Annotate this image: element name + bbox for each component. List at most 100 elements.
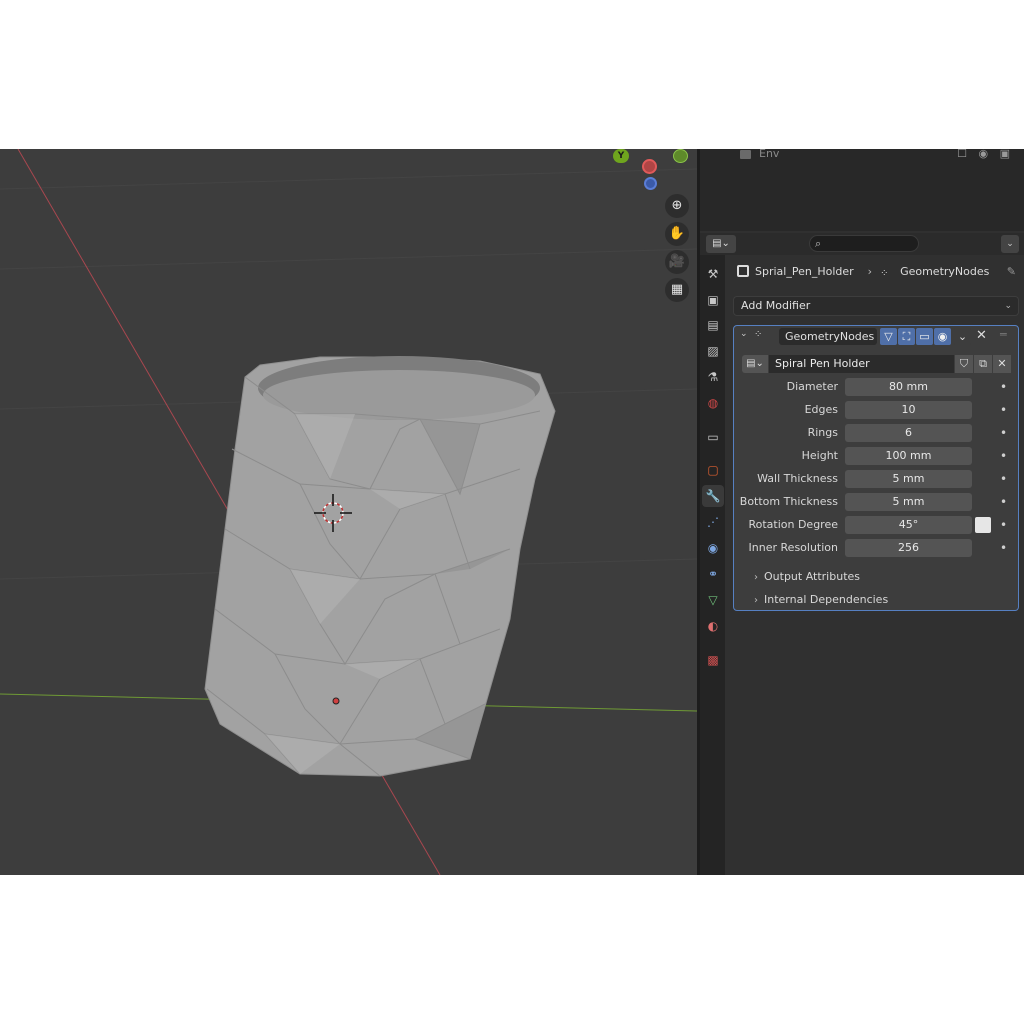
drag-handle-icon[interactable]: ═ [1000, 328, 1007, 341]
modifier-header: ⌄ ⁘ GeometryNodes ▽ ⛶ ▭ ◉ ⌄ ✕ ═ [734, 326, 1018, 348]
param-label: Diameter [786, 380, 838, 393]
param-rings: Rings 6 • [734, 424, 1018, 442]
internal-dependencies-subpanel[interactable]: › Internal Dependencies [754, 591, 888, 609]
tool-tab-icon[interactable]: ⚒ [702, 263, 724, 285]
chevron-right-icon: › [754, 595, 758, 606]
keyframe-dot-icon[interactable]: • [1000, 539, 1007, 557]
data-tab-icon[interactable]: ▽ [702, 589, 724, 611]
object-origin [332, 697, 340, 705]
keyframe-dot-icon[interactable]: • [1000, 470, 1007, 488]
param-value-field[interactable]: 6 [845, 424, 972, 442]
node-group-browse-button[interactable]: ▤⌄ [742, 355, 768, 373]
add-modifier-label: Add Modifier [741, 299, 811, 312]
chevron-right-icon: › [754, 572, 758, 583]
outliner-item-env[interactable]: Env [759, 149, 779, 160]
param-diameter: Diameter 80 mm • [734, 378, 1018, 396]
geometry-nodes-icon: ⁘ [754, 329, 763, 340]
texture-tab-icon[interactable]: ▩ [702, 649, 724, 671]
search-icon: ⌕ [815, 237, 822, 250]
subpanel-label: Output Attributes [764, 570, 861, 583]
properties-tabs: ⚒ ▣ ▤ ▨ ⚗ ◍ ▭ ▢ 🔧 ⋰ ◉ ⚭ ▽ ◐ ▩ [700, 255, 725, 875]
material-tab-icon[interactable]: ◐ [702, 615, 724, 637]
param-label: Bottom Thickness [739, 495, 838, 508]
viewport-scene [0, 149, 697, 875]
param-value-field[interactable]: 100 mm [845, 447, 972, 465]
keyframe-dot-icon[interactable]: • [1000, 447, 1007, 465]
param-label: Inner Resolution [748, 541, 838, 554]
render-icon[interactable]: ◉ [934, 328, 951, 345]
zoom-icon[interactable]: ⊕ [665, 194, 689, 218]
add-modifier-button[interactable]: Add Modifier ⌄ [733, 296, 1019, 316]
hand-icon[interactable]: ✋ [665, 222, 689, 246]
param-value-field[interactable]: 256 [845, 539, 972, 557]
param-bottom-thickness: Bottom Thickness 5 mm • [734, 493, 1018, 511]
param-value-field[interactable]: 5 mm [845, 470, 972, 488]
geometry-nodes-modifier-panel: ⌄ ⁘ GeometryNodes ▽ ⛶ ▭ ◉ ⌄ ✕ ═ ▤⌄ Spira… [733, 325, 1019, 611]
unlink-close-icon[interactable]: ✕ [993, 355, 1011, 373]
param-label: Rings [807, 426, 838, 439]
param-value-field[interactable]: 80 mm [845, 378, 972, 396]
properties-search[interactable]: ⌕ [809, 235, 919, 252]
options-dropdown[interactable]: ⌄ [1001, 235, 1019, 253]
viewport-display-icon[interactable]: ▭ [916, 328, 933, 345]
collection-tab-icon[interactable]: ▭ [702, 426, 724, 448]
3d-viewport[interactable]: Y ⊕ ✋ 🎥 ▦ [0, 149, 697, 875]
keyframe-dot-icon[interactable]: • [1000, 516, 1007, 534]
keyframe-dot-icon[interactable]: • [1000, 493, 1007, 511]
output-tab-icon[interactable]: ▤ [702, 314, 724, 336]
grid-icon[interactable]: ▦ [665, 278, 689, 302]
param-value-field[interactable]: 5 mm [845, 493, 972, 511]
pin-icon[interactable]: ✎ [1007, 265, 1016, 278]
world-tab-icon[interactable]: ◍ [702, 392, 724, 414]
pen-holder-mesh[interactable] [204, 356, 556, 777]
object-tab-icon[interactable]: ▢ [702, 459, 724, 481]
param-edges: Edges 10 • [734, 401, 1018, 419]
properties-editor: ▤⌄ ⌕ ⌄ ⚒ ▣ ▤ ▨ ⚗ ◍ ▭ ▢ 🔧 ⋰ ◉ ⚭ ▽ ◐ ▩ Spr… [700, 233, 1024, 875]
modifier-properties: Sprial_Pen_Holder › ⁘ GeometryNodes ✎ Add M… [725, 255, 1024, 875]
physics-tab-icon[interactable]: ◉ [702, 537, 724, 559]
keyframe-dot-icon[interactable]: • [1000, 401, 1007, 419]
modifier-name-field[interactable]: GeometryNodes [779, 328, 877, 345]
keyframe-dot-icon[interactable]: • [1000, 378, 1007, 396]
visibility-icons[interactable]: ☐ ◉ ▣ [957, 149, 1014, 160]
gizmo-x-axis[interactable] [642, 159, 657, 174]
close-icon[interactable]: ✕ [976, 328, 987, 343]
breadcrumb-modifier: GeometryNodes [900, 265, 990, 278]
camera-icon[interactable]: 🎥 [665, 250, 689, 274]
param-value-field[interactable]: 45° [845, 516, 972, 534]
particles-tab-icon[interactable]: ⋰ [702, 511, 724, 533]
node-group-selector: ▤⌄ Spiral Pen Holder ⛉ ⧉ ✕ [742, 355, 1012, 373]
editor-type-button[interactable]: ▤⌄ [706, 235, 736, 253]
duplicate-icon[interactable]: ⧉ [974, 355, 992, 373]
gizmo-neg-y-axis[interactable] [673, 149, 688, 163]
view-layer-tab-icon[interactable]: ▨ [702, 340, 724, 362]
node-group-name-field[interactable]: Spiral Pen Holder [769, 355, 954, 373]
gizmo-z-axis[interactable] [644, 177, 657, 190]
render-tab-icon[interactable]: ▣ [702, 289, 724, 311]
scene-tab-icon[interactable]: ⚗ [702, 366, 724, 388]
breadcrumb-object: Sprial_Pen_Holder [755, 265, 854, 278]
param-value-field[interactable]: 10 [845, 401, 972, 419]
param-label: Wall Thickness [757, 472, 838, 485]
breadcrumb-separator: › [867, 265, 873, 278]
modifiers-tab-icon[interactable]: 🔧 [702, 485, 724, 507]
breadcrumb: Sprial_Pen_Holder › ⁘ GeometryNodes [737, 265, 989, 283]
modifier-menu-chevron-icon[interactable]: ⌄ [954, 328, 971, 345]
param-rotation-degree: Rotation Degree 45° • [734, 516, 1018, 534]
object-icon [737, 265, 749, 277]
keyframe-dot-icon[interactable]: • [1000, 424, 1007, 442]
gizmo-y-axis[interactable]: Y [613, 149, 629, 163]
param-wall-thickness: Wall Thickness 5 mm • [734, 470, 1018, 488]
collapse-icon[interactable]: ⌄ [740, 329, 748, 339]
edit-mode-icon[interactable]: ⛶ [898, 328, 915, 345]
constraints-tab-icon[interactable]: ⚭ [702, 563, 724, 585]
attribute-toggle-icon[interactable] [975, 517, 991, 533]
subpanel-label: Internal Dependencies [764, 593, 889, 606]
param-inner-resolution: Inner Resolution 256 • [734, 539, 1018, 557]
param-label: Height [801, 449, 838, 462]
output-attributes-subpanel[interactable]: › Output Attributes [754, 568, 860, 586]
param-label: Rotation Degree [748, 518, 838, 531]
edit-mode-cage-icon[interactable]: ▽ [880, 328, 897, 345]
fake-user-shield-icon[interactable]: ⛉ [955, 355, 973, 373]
geometry-nodes-icon: ⁘ [880, 268, 889, 279]
